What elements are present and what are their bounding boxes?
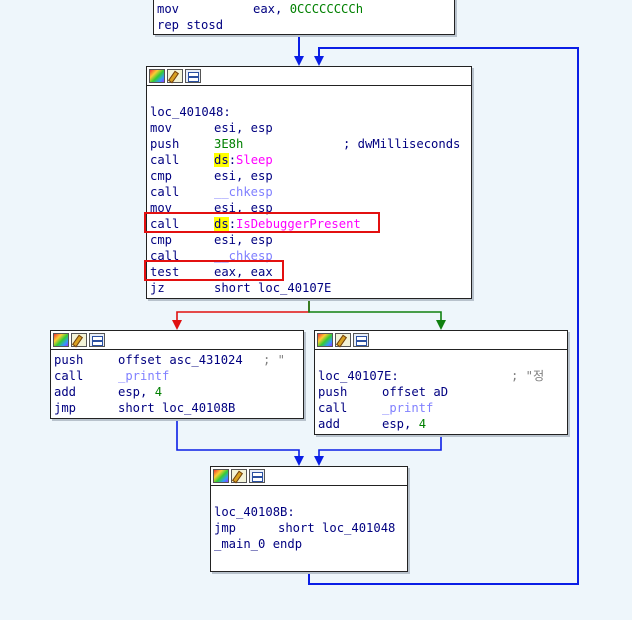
block-label[interactable]: loc_401048: [150, 104, 468, 120]
color-palette-icon[interactable] [53, 333, 69, 347]
graph-icon[interactable] [249, 469, 265, 483]
edit-icon[interactable] [231, 469, 247, 483]
block-label[interactable]: loc_40107E: ; "정 [318, 368, 564, 384]
color-palette-icon[interactable] [317, 333, 333, 347]
edge-left-to-bottom-arrow [294, 456, 304, 466]
instruction-line: add esp, 4 [318, 417, 427, 431]
edit-icon[interactable] [335, 333, 351, 347]
code-block-print-alt[interactable]: push offset asc_431024 ; " call _printf … [50, 330, 304, 419]
graph-icon[interactable] [89, 333, 105, 347]
instruction-line: _main_0 endp [214, 537, 303, 551]
jump-target[interactable]: short loc_40107E [214, 280, 331, 296]
instruction-line: jmp short loc_401048 [214, 520, 396, 536]
code-block-loc-40107e[interactable]: loc_40107E: ; "정 push offset aD call _pr… [314, 330, 568, 435]
block-label[interactable]: loc_40108B: [214, 504, 404, 520]
instruction-line: mov eax, 0CCCCCCCCh [157, 1, 451, 17]
edge-true-branch [308, 299, 442, 325]
mnemonic: rep stosd [157, 18, 224, 32]
graph-view[interactable]: mov eax, 0CCCCCCCCh rep stosd loc_401048… [0, 0, 632, 620]
call-target-printf[interactable]: _printf [118, 368, 169, 384]
block-header [147, 67, 471, 86]
color-palette-icon[interactable] [149, 69, 165, 83]
code-block-loc-40108b[interactable]: loc_40108B: jmp short loc_401048 _main_0… [210, 466, 408, 572]
call-target-sleep[interactable]: Sleep [236, 153, 273, 167]
edge-true-branch-arrow [436, 320, 446, 330]
call-target-printf[interactable]: _printf [382, 400, 433, 416]
block-header [51, 331, 303, 350]
instruction-line: call ds:Sleep [150, 153, 273, 167]
edit-icon[interactable] [167, 69, 183, 83]
graph-icon[interactable] [353, 333, 369, 347]
edit-icon[interactable] [71, 333, 87, 347]
code-block-prologue[interactable]: mov eax, 0CCCCCCCCh rep stosd [153, 0, 455, 35]
instruction-line: cmp esi, esp [150, 233, 273, 247]
instruction-line: cmp esi, esp [150, 169, 273, 183]
block-header [315, 331, 567, 350]
instruction-line: call __chkesp [150, 184, 273, 200]
highlight-isdebuggerpresent-call [144, 212, 380, 233]
mnemonic: mov [157, 2, 180, 16]
block-header [211, 467, 407, 486]
instruction-line: call _printf [318, 400, 434, 416]
edge-top-to-main-arrow [294, 56, 304, 66]
operands: eax, 0CCCCCCCCh [253, 2, 364, 16]
instruction-line: mov esi, esp [150, 121, 273, 135]
instruction-line: jmp short loc_40108B [54, 400, 236, 416]
color-palette-icon[interactable] [213, 469, 229, 483]
instruction-line: add esp, 4 [54, 385, 163, 399]
instruction-line: jz short loc_40107E [150, 280, 332, 296]
edge-loop-back-arrow [314, 56, 324, 66]
instruction-line: push offset asc_431024 ; " [54, 353, 286, 367]
graph-icon[interactable] [185, 69, 201, 83]
jump-target[interactable]: short loc_40108B [118, 400, 235, 416]
instruction-line: rep stosd [157, 17, 451, 33]
edge-left-to-bottom [176, 419, 300, 461]
instruction-line: push 3E8h ; dwMilliseconds [150, 137, 461, 151]
jump-target[interactable]: short loc_401048 [278, 520, 395, 536]
instruction-line: call _printf [54, 368, 170, 384]
highlight-test-eax [144, 260, 284, 281]
instruction-line: push offset aD [318, 385, 449, 399]
call-target-chkesp[interactable]: __chkesp [214, 184, 273, 200]
